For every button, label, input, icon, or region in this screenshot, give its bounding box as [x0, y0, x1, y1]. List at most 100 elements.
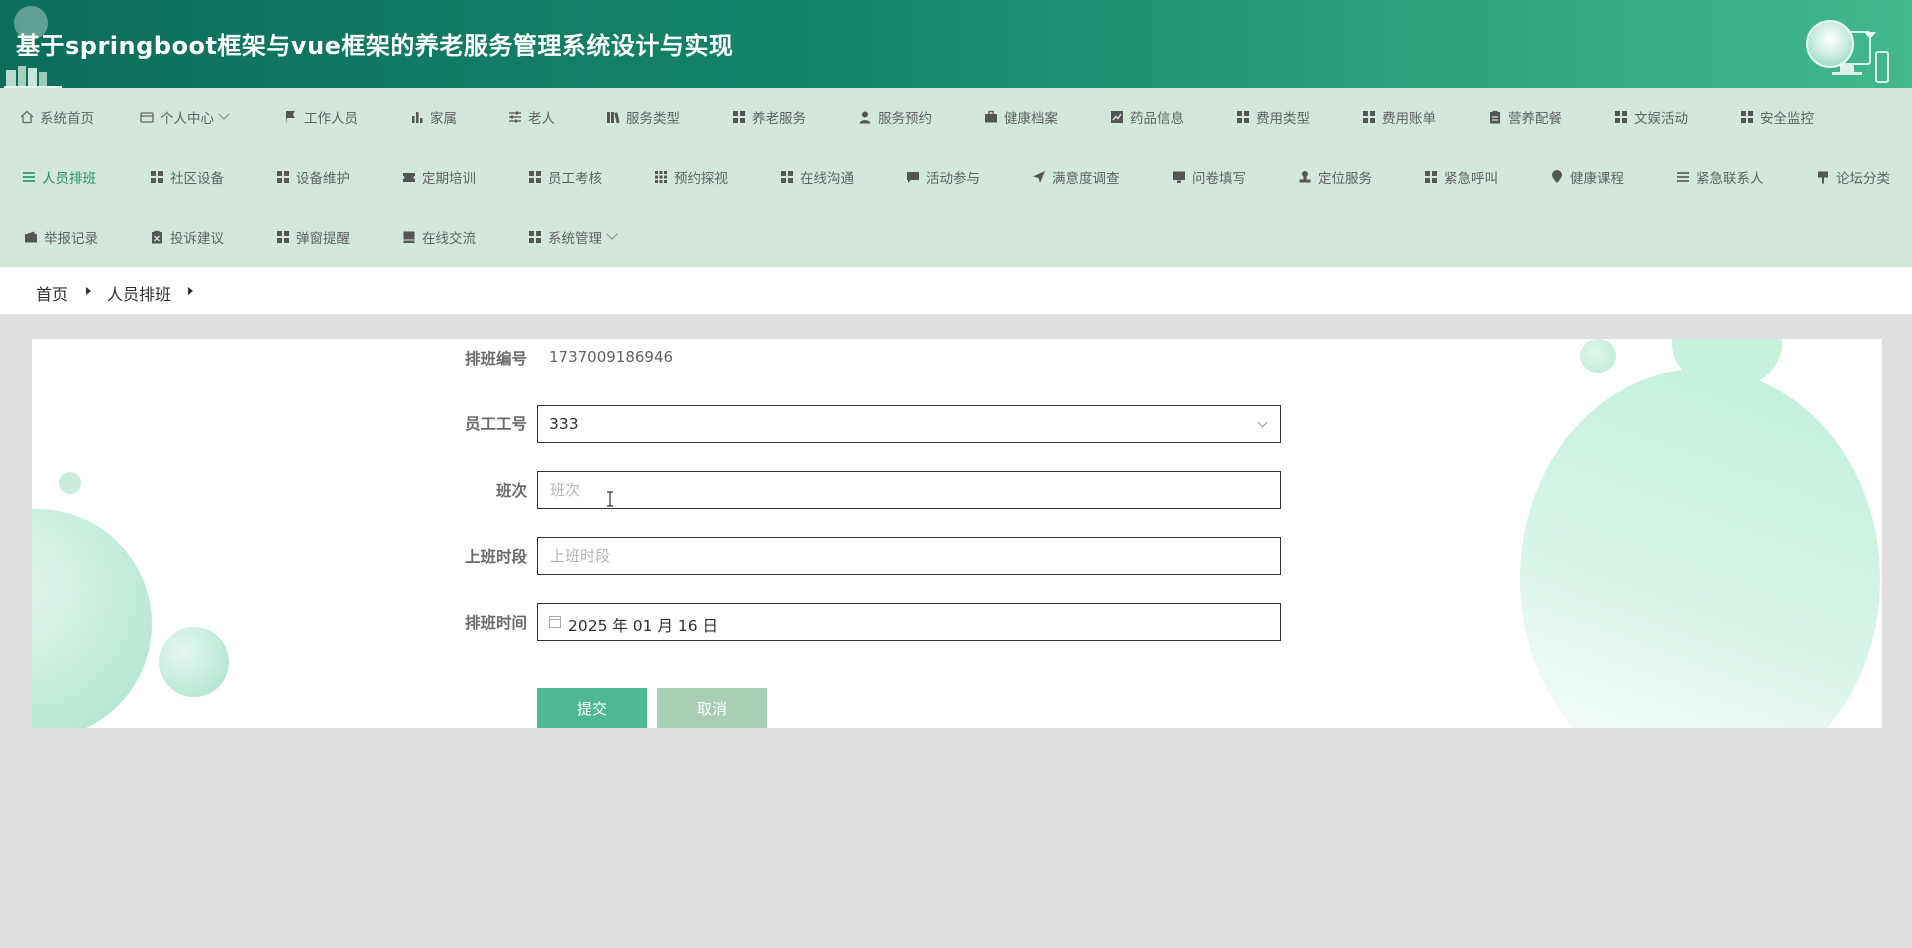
stamp-icon [1299, 171, 1311, 183]
grid-icon [1363, 111, 1375, 123]
wallet-icon [140, 112, 154, 123]
nav-item-label: 系统管理 [548, 231, 602, 247]
grid-icon [781, 171, 793, 183]
grid-icon [277, 231, 289, 243]
menu-icon [1677, 172, 1689, 182]
schedule-no-value: 1737009186946 [549, 348, 674, 366]
nav-item-elderly-service[interactable]: 养老服务 [732, 106, 806, 128]
schedule-time-field[interactable]: 2025 年 01 月 16 日 [537, 603, 1281, 641]
nav-item-popup-reminder[interactable]: 弹窗提醒 [276, 226, 350, 248]
nav-item-fee-bill[interactable]: 费用账单 [1362, 106, 1436, 128]
nav-item-label: 老人 [528, 111, 555, 127]
schedule-time-label: 排班时间 [464, 614, 527, 632]
user-icon [859, 111, 871, 124]
nav-item-family[interactable]: 家属 [410, 106, 457, 128]
nav-item-location-service[interactable]: 定位服务 [1298, 166, 1372, 188]
nav-item-forum-category[interactable]: 论坛分类 [1816, 166, 1890, 188]
grid-icon [529, 231, 541, 243]
nav-item-questionnaire[interactable]: 问卷填写 [1172, 166, 1246, 188]
shift-field[interactable] [537, 471, 1281, 509]
nav-item-activity-participation[interactable]: 活动参与 [906, 166, 980, 188]
nav-item-emergency-call[interactable]: 紧急呼叫 [1424, 166, 1498, 188]
nav-item-community-devices[interactable]: 社区设备 [150, 166, 224, 188]
submit-button[interactable]: 提交 [537, 688, 647, 728]
schedule-form-card: 排班编号 1737009186946 员工工号 333 班次 上班时段 排班时间… [32, 339, 1882, 728]
cancel-button[interactable]: 取消 [657, 688, 767, 728]
nav-item-label: 养老服务 [752, 111, 806, 127]
main-nav: 系统首页 个人中心 工作人员 家属 老人 服务类型 养老服务 服务预约 健康档案… [0, 88, 1912, 267]
chevron-right-icon [86, 287, 91, 295]
user-avatar[interactable] [1806, 20, 1854, 68]
nav-item-complaints[interactable]: 投诉建议 [150, 226, 224, 248]
nav-item-label: 紧急联系人 [1696, 171, 1764, 187]
nav-item-label: 服务类型 [626, 111, 680, 127]
nav-item-label: 社区设备 [170, 171, 224, 187]
work-period-input[interactable] [538, 538, 1280, 574]
nav-item-label: 在线沟通 [800, 171, 854, 187]
nav-item-nutrition-meals[interactable]: 营养配餐 [1488, 106, 1562, 128]
nav-item-label: 健康课程 [1570, 171, 1624, 187]
nav-item-fee-type[interactable]: 费用类型 [1236, 106, 1310, 128]
nav-item-report-records[interactable]: 举报记录 [24, 226, 98, 248]
signpost-icon [1818, 171, 1828, 184]
list-icon [23, 172, 35, 182]
nav-item-service-booking[interactable]: 服务预约 [858, 106, 932, 128]
nav-item-label: 工作人员 [304, 111, 358, 127]
nav-item-satisfaction-survey[interactable]: 满意度调查 [1032, 166, 1120, 188]
grid-icon [1237, 111, 1249, 123]
nav-item-label: 费用账单 [1382, 111, 1436, 127]
breadcrumb: 首页 人员排班 [0, 267, 1912, 314]
nav-item-label: 定位服务 [1318, 171, 1372, 187]
work-period-field[interactable] [537, 537, 1281, 575]
nav-item-elderly[interactable]: 老人 [508, 106, 555, 128]
comment-icon [907, 172, 919, 183]
nav-item-label: 论坛分类 [1836, 171, 1890, 187]
chevron-down-icon [1257, 417, 1268, 428]
breadcrumb-home[interactable]: 首页 [36, 281, 68, 305]
bar-chart-icon [412, 112, 423, 123]
nav-item-label: 设备维护 [296, 171, 350, 187]
nav-item-label: 安全监控 [1760, 111, 1814, 127]
nav-item-regular-training[interactable]: 定期培训 [402, 166, 476, 188]
work-period-label: 上班时段 [464, 548, 527, 566]
chevron-right-icon [188, 287, 193, 295]
nav-item-label: 定期培训 [422, 171, 476, 187]
nav-item-system-home[interactable]: 系统首页 [20, 106, 94, 128]
nav-item-health-records[interactable]: 健康档案 [984, 106, 1058, 128]
nav-item-security-monitor[interactable]: 安全监控 [1740, 106, 1814, 128]
top-header: 基于springboot框架与vue框架的养老服务管理系统设计与实现 [0, 0, 1912, 88]
breadcrumb-current[interactable]: 人员排班 [107, 281, 171, 305]
ticket-icon [403, 173, 415, 182]
nav-item-system-management[interactable]: 系统管理 [528, 226, 618, 248]
chevron-down-icon[interactable] [1864, 32, 1876, 39]
clipboard-icon [1490, 110, 1500, 124]
nav-item-online-chat[interactable]: 在线交流 [402, 226, 476, 248]
employee-no-value: 333 [549, 415, 579, 433]
nav-item-label: 举报记录 [44, 231, 98, 247]
nav-item-service-type[interactable]: 服务类型 [606, 106, 680, 128]
employee-no-label: 员工工号 [464, 415, 527, 433]
nav-item-health-course[interactable]: 健康课程 [1550, 166, 1624, 188]
nav-item-emergency-contact[interactable]: 紧急联系人 [1676, 166, 1764, 188]
nav-item-staff-assessment[interactable]: 员工考核 [528, 166, 602, 188]
nav-item-online-communication[interactable]: 在线沟通 [780, 166, 854, 188]
nav-item-label: 家属 [430, 111, 457, 127]
shift-input[interactable] [538, 472, 1280, 508]
chevron-down-icon [606, 228, 618, 240]
nav-item-label: 个人中心 [160, 111, 214, 127]
employee-no-select[interactable]: 333 [537, 405, 1281, 443]
nav-item-visit-booking[interactable]: 预约探视 [654, 166, 728, 188]
nav-item-device-maintenance[interactable]: 设备维护 [276, 166, 350, 188]
line-chart-icon [1111, 111, 1123, 123]
nav-item-staff-schedule[interactable]: 人员排班 [22, 166, 96, 188]
nav-item-staff[interactable]: 工作人员 [284, 106, 358, 128]
schedule-time-value: 2025 年 01 月 16 日 [568, 617, 719, 635]
nav-item-medicine-info[interactable]: 药品信息 [1110, 106, 1184, 128]
decor-bubble [1580, 339, 1616, 373]
nav-item-entertainment[interactable]: 文娱活动 [1614, 106, 1688, 128]
calendar-icon [549, 616, 561, 628]
nav-item-personal-center[interactable]: 个人中心 [140, 106, 230, 128]
tray-icon [403, 231, 415, 243]
nav-item-label: 人员排班 [42, 171, 96, 187]
nav-item-label: 满意度调查 [1052, 171, 1120, 187]
